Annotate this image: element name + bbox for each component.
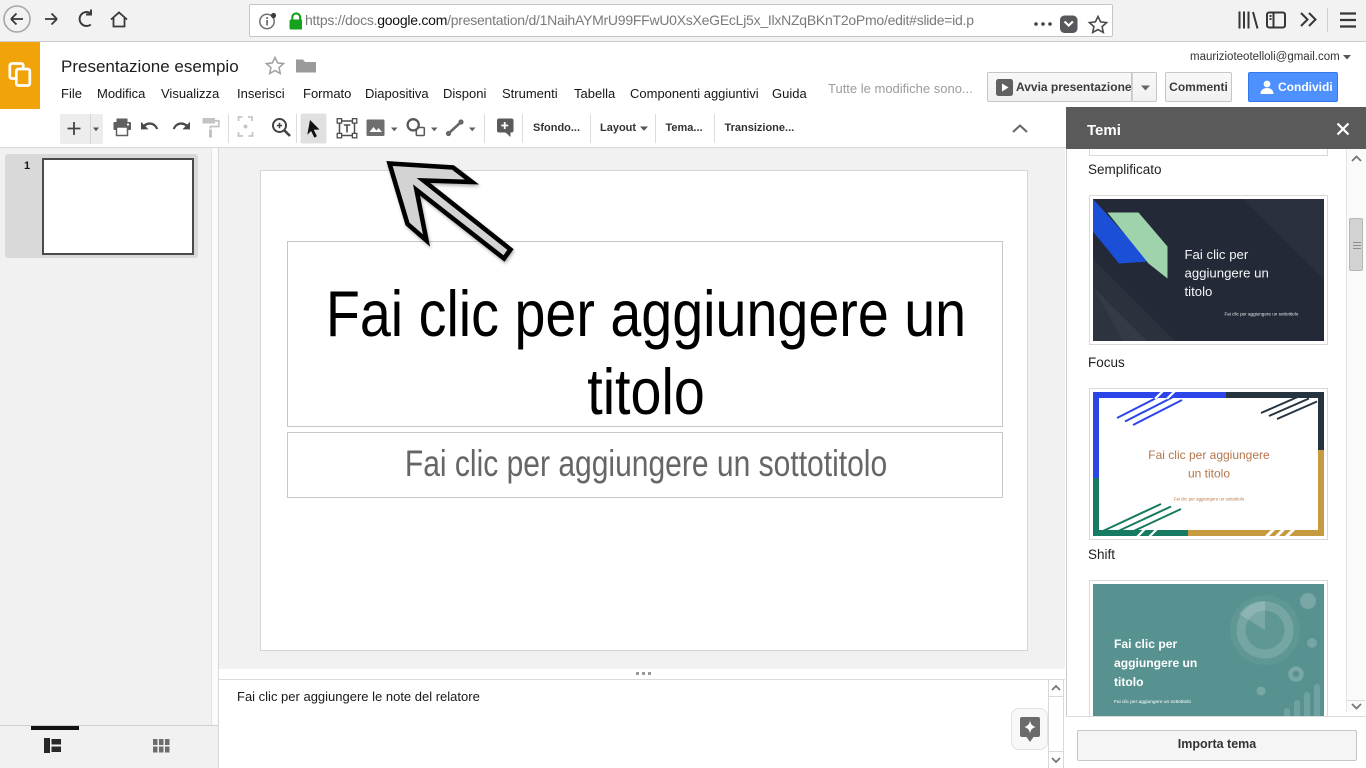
svg-text:aggiungere un: aggiungere un	[1185, 266, 1269, 281]
svg-text:un titolo: un titolo	[1188, 466, 1230, 480]
svg-text:Fai clic per aggiungere un sot: Fai clic per aggiungere un sottotitolo	[1114, 699, 1191, 705]
svg-text:aggiungere un: aggiungere un	[1114, 656, 1197, 670]
svg-text:Fai clic per aggiungere un sot: Fai clic per aggiungere un sottotitolo	[1174, 497, 1245, 502]
svg-text:Fai clic per aggiungere un sot: Fai clic per aggiungere un sottotitolo	[1225, 312, 1299, 317]
svg-text:Fai clic per: Fai clic per	[1114, 637, 1177, 651]
svg-text:Fai clic per: Fai clic per	[1185, 247, 1249, 262]
svg-text:titolo: titolo	[1185, 284, 1213, 299]
svg-text:titolo: titolo	[1114, 675, 1144, 689]
svg-text:Fai clic per aggiungere: Fai clic per aggiungere	[1148, 448, 1270, 462]
